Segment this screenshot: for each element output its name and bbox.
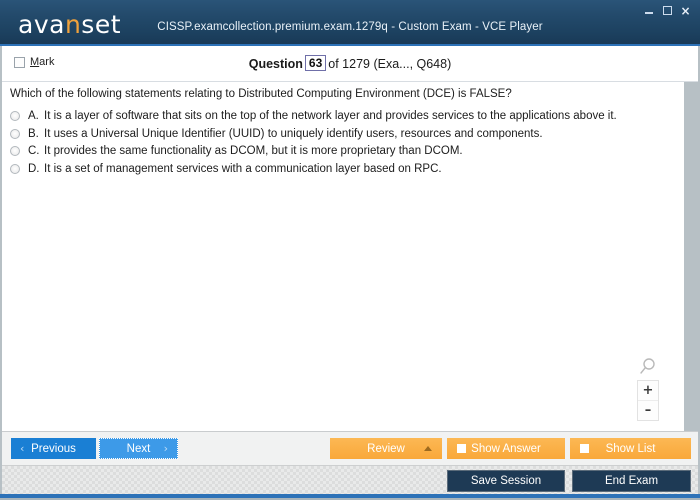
radio-icon-d[interactable]	[10, 163, 20, 174]
review-button[interactable]: Review	[330, 438, 442, 459]
zoom-widget: + –	[636, 357, 660, 421]
content-right-gutter	[684, 82, 698, 431]
square-icon-show-list	[580, 444, 589, 453]
magnifier-icon	[636, 357, 660, 377]
vce-player-window: avanset CISSP.examcollection.premium.exa…	[0, 0, 700, 500]
answer-option-b[interactable]: B. It uses a Universal Unique Identifier…	[10, 127, 674, 141]
chevron-right-icon: ›	[163, 442, 168, 455]
option-letter-b: B.	[28, 127, 39, 140]
show-answer-button[interactable]: Show Answer	[447, 438, 565, 459]
close-icon[interactable]: ×	[680, 5, 691, 17]
radio-icon-b[interactable]	[10, 128, 20, 139]
zoom-out-button[interactable]: –	[638, 400, 658, 420]
next-button-label: Next	[126, 442, 151, 455]
show-answer-button-label: Show Answer	[471, 442, 541, 455]
maximize-icon[interactable]	[662, 5, 673, 16]
radio-icon-a[interactable]	[10, 111, 20, 121]
answer-option-d[interactable]: D. It is a set of management services wi…	[10, 162, 674, 176]
minimize-icon[interactable]	[644, 5, 655, 16]
question-label: Question	[248, 57, 303, 71]
chevron-left-icon: ‹	[20, 442, 25, 455]
end-exam-button[interactable]: End Exam	[572, 470, 691, 492]
option-text-d: It is a set of management services with …	[44, 162, 442, 175]
option-text-c: It provides the same functionality as DC…	[44, 145, 463, 157]
square-icon-show-answer	[457, 444, 466, 453]
radio-icon-c[interactable]	[10, 146, 20, 156]
show-list-button-label: Show List	[605, 442, 656, 455]
answer-options-list: A. It is a layer of software that sits o…	[10, 109, 674, 179]
show-list-button[interactable]: Show List	[570, 438, 691, 459]
previous-button[interactable]: ‹ Previous	[11, 438, 96, 459]
triangle-up-icon	[424, 446, 432, 451]
question-text: Which of the following statements relati…	[10, 88, 512, 100]
question-total-text: of 1279 (Exa..., Q648)	[328, 57, 452, 71]
navigation-toolbar: ‹ Previous Next › Review Show Answer Sho…	[2, 431, 698, 465]
question-info-bar: Mark Question 63 of 1279 (Exa..., Q648)	[2, 46, 698, 82]
zoom-buttons: + –	[637, 380, 659, 421]
option-letter-a: A.	[28, 110, 39, 122]
next-button[interactable]: Next ›	[99, 438, 178, 459]
answer-option-a[interactable]: A. It is a layer of software that sits o…	[10, 109, 674, 123]
title-bar: avanset CISSP.examcollection.premium.exa…	[0, 0, 700, 46]
window-controls: ×	[644, 5, 691, 17]
save-session-button[interactable]: Save Session	[447, 470, 565, 492]
question-number-input[interactable]: 63	[304, 55, 327, 71]
window-title: CISSP.examcollection.premium.exam.1279q …	[157, 21, 543, 33]
option-letter-c: C.	[28, 145, 40, 157]
question-content-pane: Which of the following statements relati…	[2, 82, 684, 431]
option-letter-d: D.	[28, 162, 40, 175]
zoom-in-button[interactable]: +	[638, 381, 658, 400]
answer-option-c[interactable]: C. It provides the same functionality as…	[10, 144, 674, 158]
review-button-label: Review	[367, 442, 405, 455]
previous-button-label: Previous	[31, 442, 76, 455]
option-text-b: It uses a Universal Unique Identifier (U…	[44, 127, 543, 140]
option-text-a: It is a layer of software that sits on t…	[44, 110, 617, 122]
question-counter: Question 63 of 1279 (Exa..., Q648)	[2, 55, 698, 71]
window-frame-left	[0, 46, 2, 498]
